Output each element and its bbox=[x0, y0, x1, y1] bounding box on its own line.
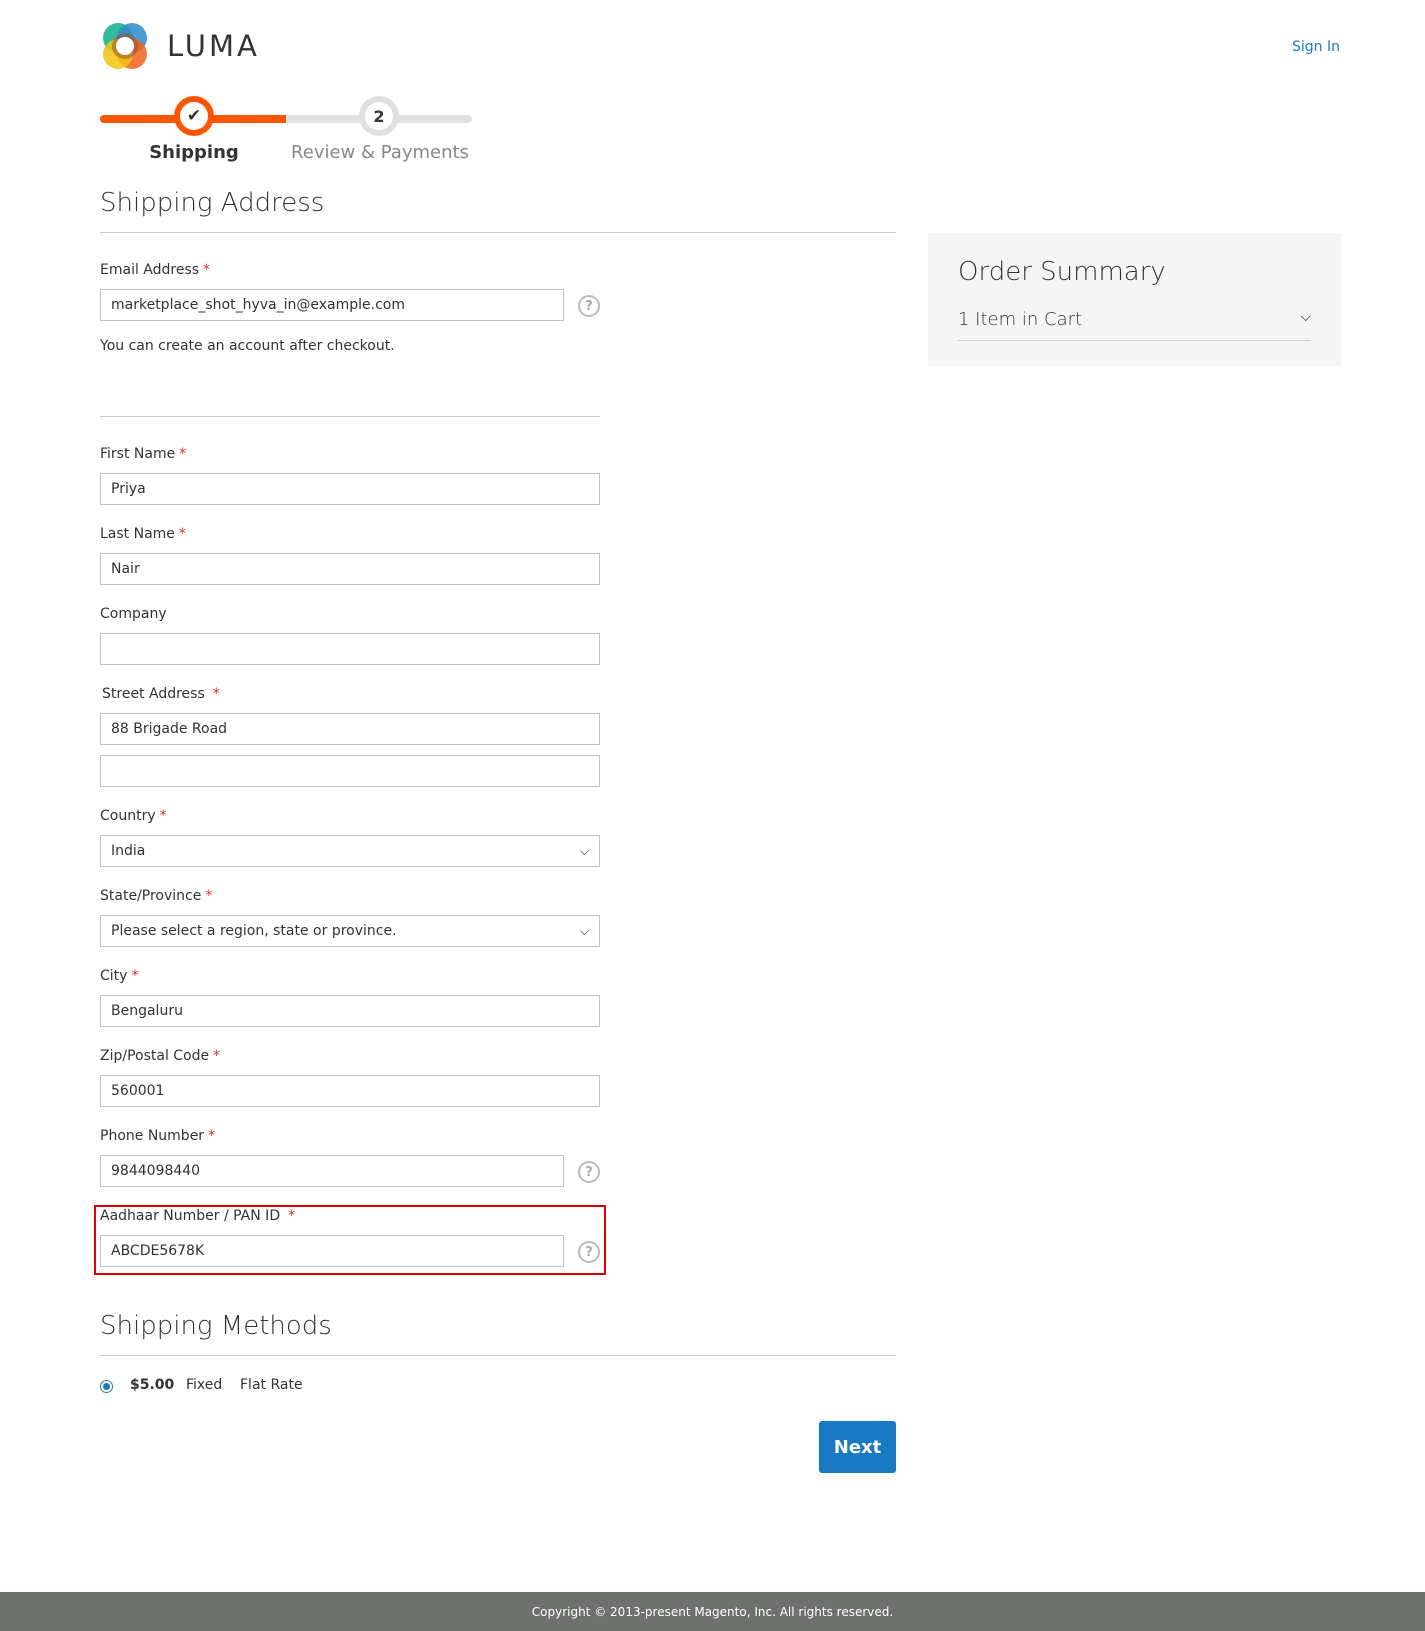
items-in-cart-label: 1 Item in Cart bbox=[958, 309, 1083, 330]
luma-logo-icon bbox=[100, 21, 150, 71]
order-summary: Order Summary 1 Item in Cart ⌵ bbox=[928, 233, 1341, 366]
shipping-methods-title: Shipping Methods bbox=[100, 1311, 332, 1341]
first-name-field[interactable]: Priya bbox=[100, 473, 600, 505]
city-label: City * bbox=[100, 968, 139, 984]
shipping-carrier: Flat Rate bbox=[240, 1377, 303, 1393]
street-line1-field[interactable]: 88 Brigade Road bbox=[100, 713, 600, 745]
state-select[interactable]: Please select a region, state or provinc… bbox=[100, 915, 600, 947]
first-name-label: First Name * bbox=[100, 446, 187, 462]
footer-copyright: Copyright © 2013-present Magento, Inc. A… bbox=[0, 1592, 1425, 1631]
email-label: Email Address * bbox=[100, 262, 211, 278]
checkout-progress: ✔ 2 Shipping Review & Payments bbox=[100, 96, 472, 166]
order-summary-title: Order Summary bbox=[958, 257, 1166, 287]
step-review-marker: 2 bbox=[359, 96, 399, 136]
help-icon[interactable]: ? bbox=[578, 295, 600, 317]
step-shipping-label: Shipping bbox=[149, 142, 239, 163]
zip-field[interactable]: 560001 bbox=[100, 1075, 600, 1107]
country-label: Country * bbox=[100, 808, 167, 824]
last-name-field[interactable]: Nair bbox=[100, 553, 600, 585]
items-in-cart-toggle[interactable]: 1 Item in Cart ⌵ bbox=[958, 309, 1311, 341]
shipping-method-radio[interactable] bbox=[100, 1380, 113, 1393]
phone-field[interactable]: 9844098440 bbox=[100, 1155, 564, 1187]
phone-label: Phone Number * bbox=[100, 1128, 216, 1144]
step-review-label[interactable]: Review & Payments bbox=[290, 142, 470, 163]
state-value: Please select a region, state or provinc… bbox=[111, 923, 397, 939]
sign-in-link[interactable]: Sign In bbox=[1292, 39, 1340, 55]
logo-text: LUMA bbox=[167, 29, 260, 63]
aadhaar-label: Aadhaar Number / PAN ID * bbox=[100, 1208, 296, 1224]
state-label: State/Province * bbox=[100, 888, 213, 904]
street-line2-field[interactable] bbox=[100, 755, 600, 787]
shipping-address-title: Shipping Address bbox=[100, 188, 325, 218]
zip-label: Zip/Postal Code * bbox=[100, 1048, 221, 1064]
shipping-price: $5.00 bbox=[130, 1377, 175, 1393]
company-field[interactable] bbox=[100, 633, 600, 665]
chevron-down-icon: ⌵ bbox=[579, 923, 589, 938]
create-account-note: You can create an account after checkout… bbox=[100, 338, 395, 354]
aadhaar-field[interactable]: ABCDE5678K bbox=[100, 1235, 564, 1267]
email-field[interactable]: marketplace_shot_hyva_in@example.com bbox=[100, 289, 564, 321]
company-label: Company bbox=[100, 606, 167, 622]
divider bbox=[100, 416, 600, 417]
street-label: Street Address * bbox=[102, 686, 220, 702]
city-field[interactable]: Bengaluru bbox=[100, 995, 600, 1027]
last-name-label: Last Name * bbox=[100, 526, 186, 542]
chevron-down-icon: ⌵ bbox=[1300, 309, 1311, 325]
country-value: India bbox=[111, 843, 146, 859]
help-icon[interactable]: ? bbox=[578, 1241, 600, 1263]
country-select[interactable]: India ⌵ bbox=[100, 835, 600, 867]
step-number: 2 bbox=[365, 102, 393, 130]
luma-logo[interactable]: LUMA bbox=[100, 21, 260, 71]
radio-selected-dot bbox=[103, 1383, 110, 1390]
step-shipping-marker: ✔ bbox=[174, 96, 214, 136]
shipping-method-name: Fixed bbox=[186, 1377, 223, 1393]
divider bbox=[100, 1355, 896, 1356]
divider bbox=[100, 232, 896, 233]
chevron-down-icon: ⌵ bbox=[579, 843, 589, 858]
checkmark-icon: ✔ bbox=[180, 102, 208, 130]
help-icon[interactable]: ? bbox=[578, 1161, 600, 1183]
next-button[interactable]: Next bbox=[819, 1421, 896, 1473]
